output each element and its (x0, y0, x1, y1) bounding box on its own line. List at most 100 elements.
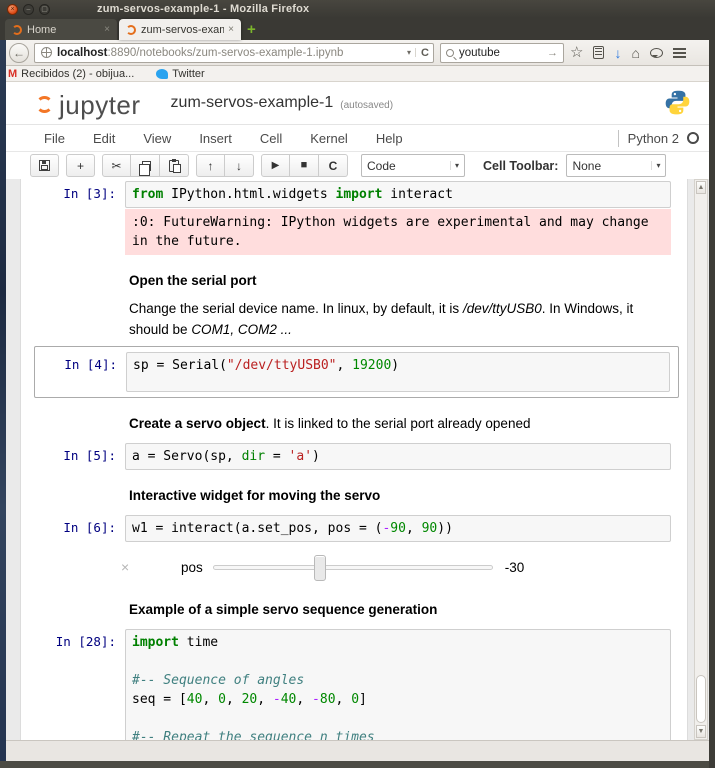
insert-cell-button[interactable]: + (66, 154, 95, 177)
desktop-edge-left (0, 40, 6, 761)
markdown-paragraph: Change the serial device name. In linux,… (129, 298, 671, 340)
code-cell: In [3]:from IPython.html.widgets import … (21, 181, 687, 255)
run-button[interactable]: ▶ (261, 154, 290, 177)
save-button[interactable] (30, 154, 59, 177)
markdown-cell[interactable]: Open the serial portChange the serial de… (129, 273, 671, 340)
code-input[interactable]: w1 = interact(a.set_pos, pos = (-90, 90)… (125, 515, 671, 542)
paste-button[interactable] (160, 154, 189, 177)
bookmark-twitter[interactable]: Twitter (156, 68, 204, 80)
code-input[interactable]: import time #-- Sequence of angles seq = … (125, 629, 671, 740)
bookmark-star-icon[interactable]: ☆ (570, 45, 583, 60)
menu-edit[interactable]: Edit (93, 131, 115, 146)
menu-kernel[interactable]: Kernel (310, 131, 348, 146)
code-token: , (257, 692, 273, 707)
menu-hamburger-icon[interactable] (673, 48, 686, 50)
bookmarks-list-icon[interactable] (593, 46, 604, 59)
home-icon[interactable]: ⌂ (631, 46, 639, 60)
code-token: 90 (422, 521, 438, 536)
chevron-down-icon: ▾ (450, 161, 459, 170)
notebook-toolbar: +✂↑↓▶■C Code ▾ Cell Toolbar: None ▾ (0, 152, 715, 179)
search-input[interactable] (459, 47, 547, 59)
code-token: sp = Serial( (133, 358, 227, 373)
play-icon: ▶ (272, 161, 280, 171)
tab-home[interactable]: Home × (5, 19, 117, 40)
window-title: zum-servos-example-1 - Mozilla Firefox (97, 3, 309, 15)
url-dropdown-icon[interactable]: ▾ (403, 48, 416, 57)
menu-cell[interactable]: Cell (260, 131, 282, 146)
scrollbar-thumb[interactable] (696, 675, 706, 723)
code-line: import time (132, 633, 664, 652)
code-input[interactable]: sp = Serial("/dev/ttyUSB0", 19200) (126, 352, 670, 392)
stderr-output: :0: FutureWarning: IPython widgets are e… (125, 209, 671, 255)
cell-toolbar-select[interactable]: None ▾ (566, 154, 666, 177)
window-minimize-button[interactable]: – (23, 4, 34, 15)
window-close-button[interactable]: × (7, 4, 18, 15)
code-token: 40 (281, 692, 297, 707)
code-line: #-- Sequence of angles (132, 671, 664, 690)
code-token: dir (242, 449, 265, 464)
move-down-button[interactable]: ↓ (225, 154, 254, 177)
code-cell-row: In [5]:a = Servo(sp, dir = 'a') (21, 443, 687, 470)
cut-button[interactable]: ✂ (102, 154, 131, 177)
new-tab-button[interactable]: + (247, 22, 256, 37)
code-cell: In [6]:w1 = interact(a.set_pos, pos = (-… (21, 515, 687, 542)
code-cell-row: In [28]:import time #-- Sequence of angl… (21, 629, 687, 740)
tab-label: zum-servos-example-1 (141, 24, 224, 36)
markdown-cell[interactable]: Create a servo object. It is linked to t… (129, 416, 671, 431)
slider-value: -30 (505, 560, 525, 575)
input-prompt: In [5]: (21, 443, 125, 463)
stop-button[interactable]: ■ (290, 154, 319, 177)
tab-label: Home (27, 24, 100, 36)
copy-button[interactable] (131, 154, 160, 177)
input-prompt: In [6]: (21, 515, 125, 535)
menu-view[interactable]: View (143, 131, 171, 146)
tab-close-icon[interactable]: × (104, 24, 110, 35)
notebook-container: In [3]:from IPython.html.widgets import … (20, 179, 688, 740)
downloads-icon[interactable]: ↓ (614, 46, 621, 60)
bookmark-gmail[interactable]: M Recibidos (2) - obijua... (8, 68, 134, 80)
search-go-icon[interactable]: → (547, 47, 558, 59)
tab-close-icon[interactable]: × (228, 24, 234, 35)
notebook-scrollbar[interactable]: ▲ ▼ (694, 179, 708, 740)
scroll-down-icon[interactable]: ▼ (696, 725, 706, 738)
arrow-up-icon: ↑ (208, 160, 214, 172)
search-bar[interactable]: → (440, 43, 564, 63)
menu-file[interactable]: File (44, 131, 65, 146)
toolbar-group: ✂ (102, 154, 189, 177)
code-input[interactable]: from IPython.html.widgets import interac… (125, 181, 671, 208)
markdown-cell[interactable]: Interactive widget for moving the servo (129, 488, 671, 503)
menu-help[interactable]: Help (376, 131, 403, 146)
globe-icon (41, 47, 52, 58)
back-button[interactable]: ← (9, 43, 29, 63)
toolbar-group (30, 154, 59, 177)
notebook-title[interactable]: zum-servos-example-1 (171, 94, 334, 112)
code-token: )) (437, 521, 453, 536)
code-token: , (226, 692, 242, 707)
restart-button[interactable]: C (319, 154, 348, 177)
slider-handle[interactable] (314, 555, 326, 581)
notebook-menubar: FileEditViewInsertCellKernelHelp Python … (0, 124, 715, 152)
code-token: interact (382, 187, 452, 202)
scroll-up-icon[interactable]: ▲ (696, 181, 706, 194)
slider-label: pos (181, 560, 203, 575)
code-token: IPython.html.widgets (163, 187, 335, 202)
code-token: import (132, 635, 179, 650)
tab-zum-servos-example-1[interactable]: zum-servos-example-1 × (119, 19, 241, 40)
url-bar[interactable]: localhost :8890/notebooks/zum-servos-exa… (34, 43, 434, 63)
slider-track[interactable] (213, 565, 493, 570)
code-token: seq = [ (132, 692, 187, 707)
markdown-cell[interactable]: Example of a simple servo sequence gener… (129, 602, 671, 617)
reload-icon[interactable]: C (416, 47, 429, 59)
jupyter-favicon (126, 25, 136, 35)
toolbar-group: ↑↓ (196, 154, 254, 177)
chat-bubble-icon[interactable] (650, 48, 663, 58)
code-input[interactable]: a = Servo(sp, dir = 'a') (125, 443, 671, 470)
menu-insert[interactable]: Insert (199, 131, 232, 146)
widget-close-icon[interactable]: × (121, 559, 143, 575)
cell-type-select[interactable]: Code ▾ (361, 154, 465, 177)
move-up-button[interactable]: ↑ (196, 154, 225, 177)
code-cell: In [28]:import time #-- Sequence of angl… (21, 629, 687, 740)
window-edge-right (709, 40, 715, 768)
window-maximize-button[interactable]: ▢ (39, 4, 50, 15)
jupyter-logo[interactable]: jupyter (36, 90, 141, 116)
